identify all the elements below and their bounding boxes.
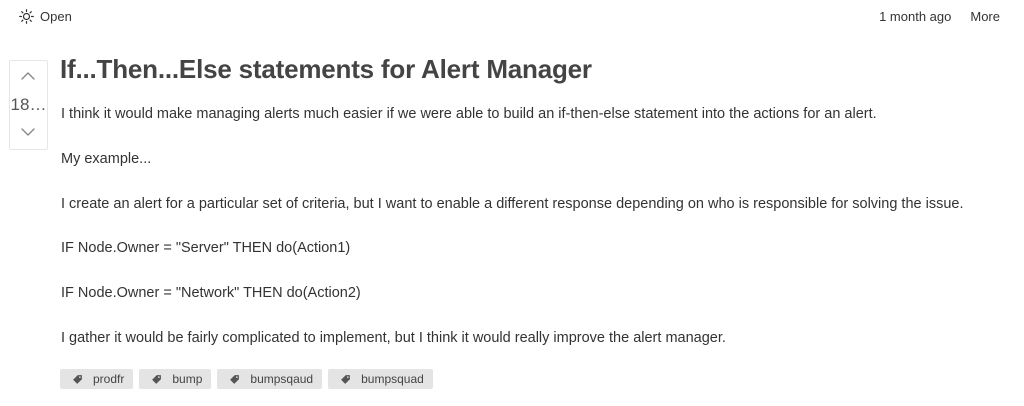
post-meta: 1 month ago More [879,9,1000,24]
tag-label: bumpsquad [361,372,424,386]
tag-label: bumpsqaud [250,372,314,386]
more-button[interactable]: More [970,9,1000,24]
tag-bumpsquad[interactable]: bumpsquad [328,369,433,389]
post-title: If...Then...Else statements for Alert Ma… [60,54,592,84]
sun-icon [19,9,34,24]
post-paragraph: IF Node.Owner = "Server" THEN do(Action1… [61,240,351,256]
top-bar: Open 1 month ago More [0,0,1024,36]
status-indicator: Open [19,9,72,24]
post-paragraph: I gather it would be fairly complicated … [61,330,726,346]
post-paragraph: My example... [61,151,152,167]
post-time: 1 month ago [879,9,952,24]
tag-icon [341,374,351,384]
tag-bump[interactable]: bump [139,369,212,389]
vote-count: 18… [10,95,47,114]
status-label: Open [40,9,72,24]
post-paragraph: IF Node.Owner = "Network" THEN do(Action… [61,285,361,301]
tag-icon [230,374,240,384]
tag-bumpsqaud[interactable]: bumpsqaud [217,369,323,389]
tag-label: bump [172,372,203,386]
post-paragraph: I create an alert for a particular set o… [61,196,964,212]
vote-widget: 18… [9,60,48,150]
chevron-down-icon[interactable] [19,125,37,139]
tag-prodfr[interactable]: prodfr [60,369,134,389]
tag-label: prodfr [93,372,125,386]
chevron-up-icon[interactable] [19,69,37,83]
post-paragraph: I think it would make managing alerts mu… [61,106,877,122]
tag-list: prodfr bump bumpsqaud bumpsquad [60,369,439,389]
tag-icon [152,374,162,384]
tag-icon [73,374,82,384]
